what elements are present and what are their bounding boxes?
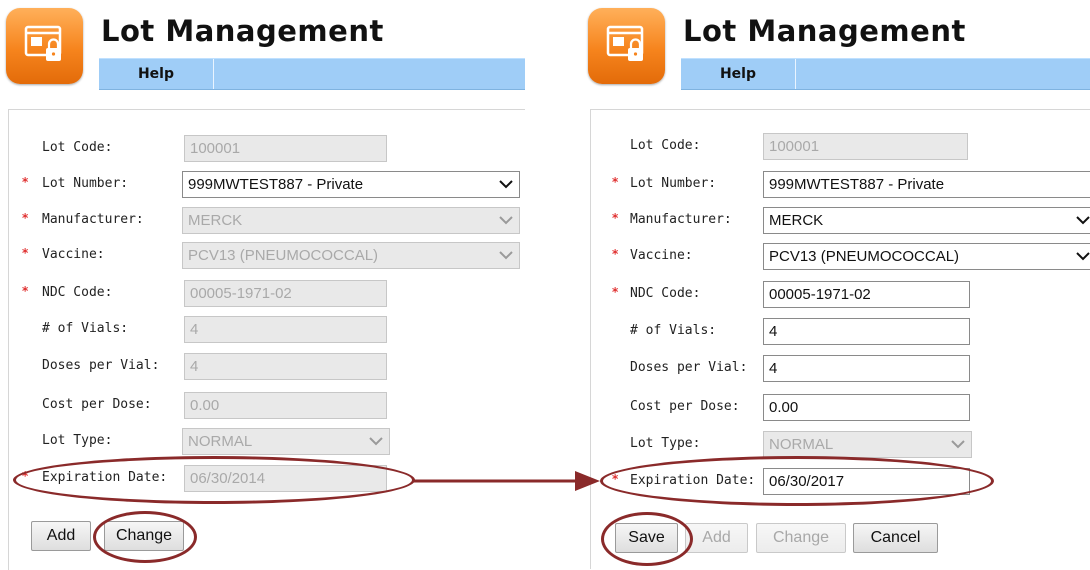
annotation-arrow [414,471,600,491]
